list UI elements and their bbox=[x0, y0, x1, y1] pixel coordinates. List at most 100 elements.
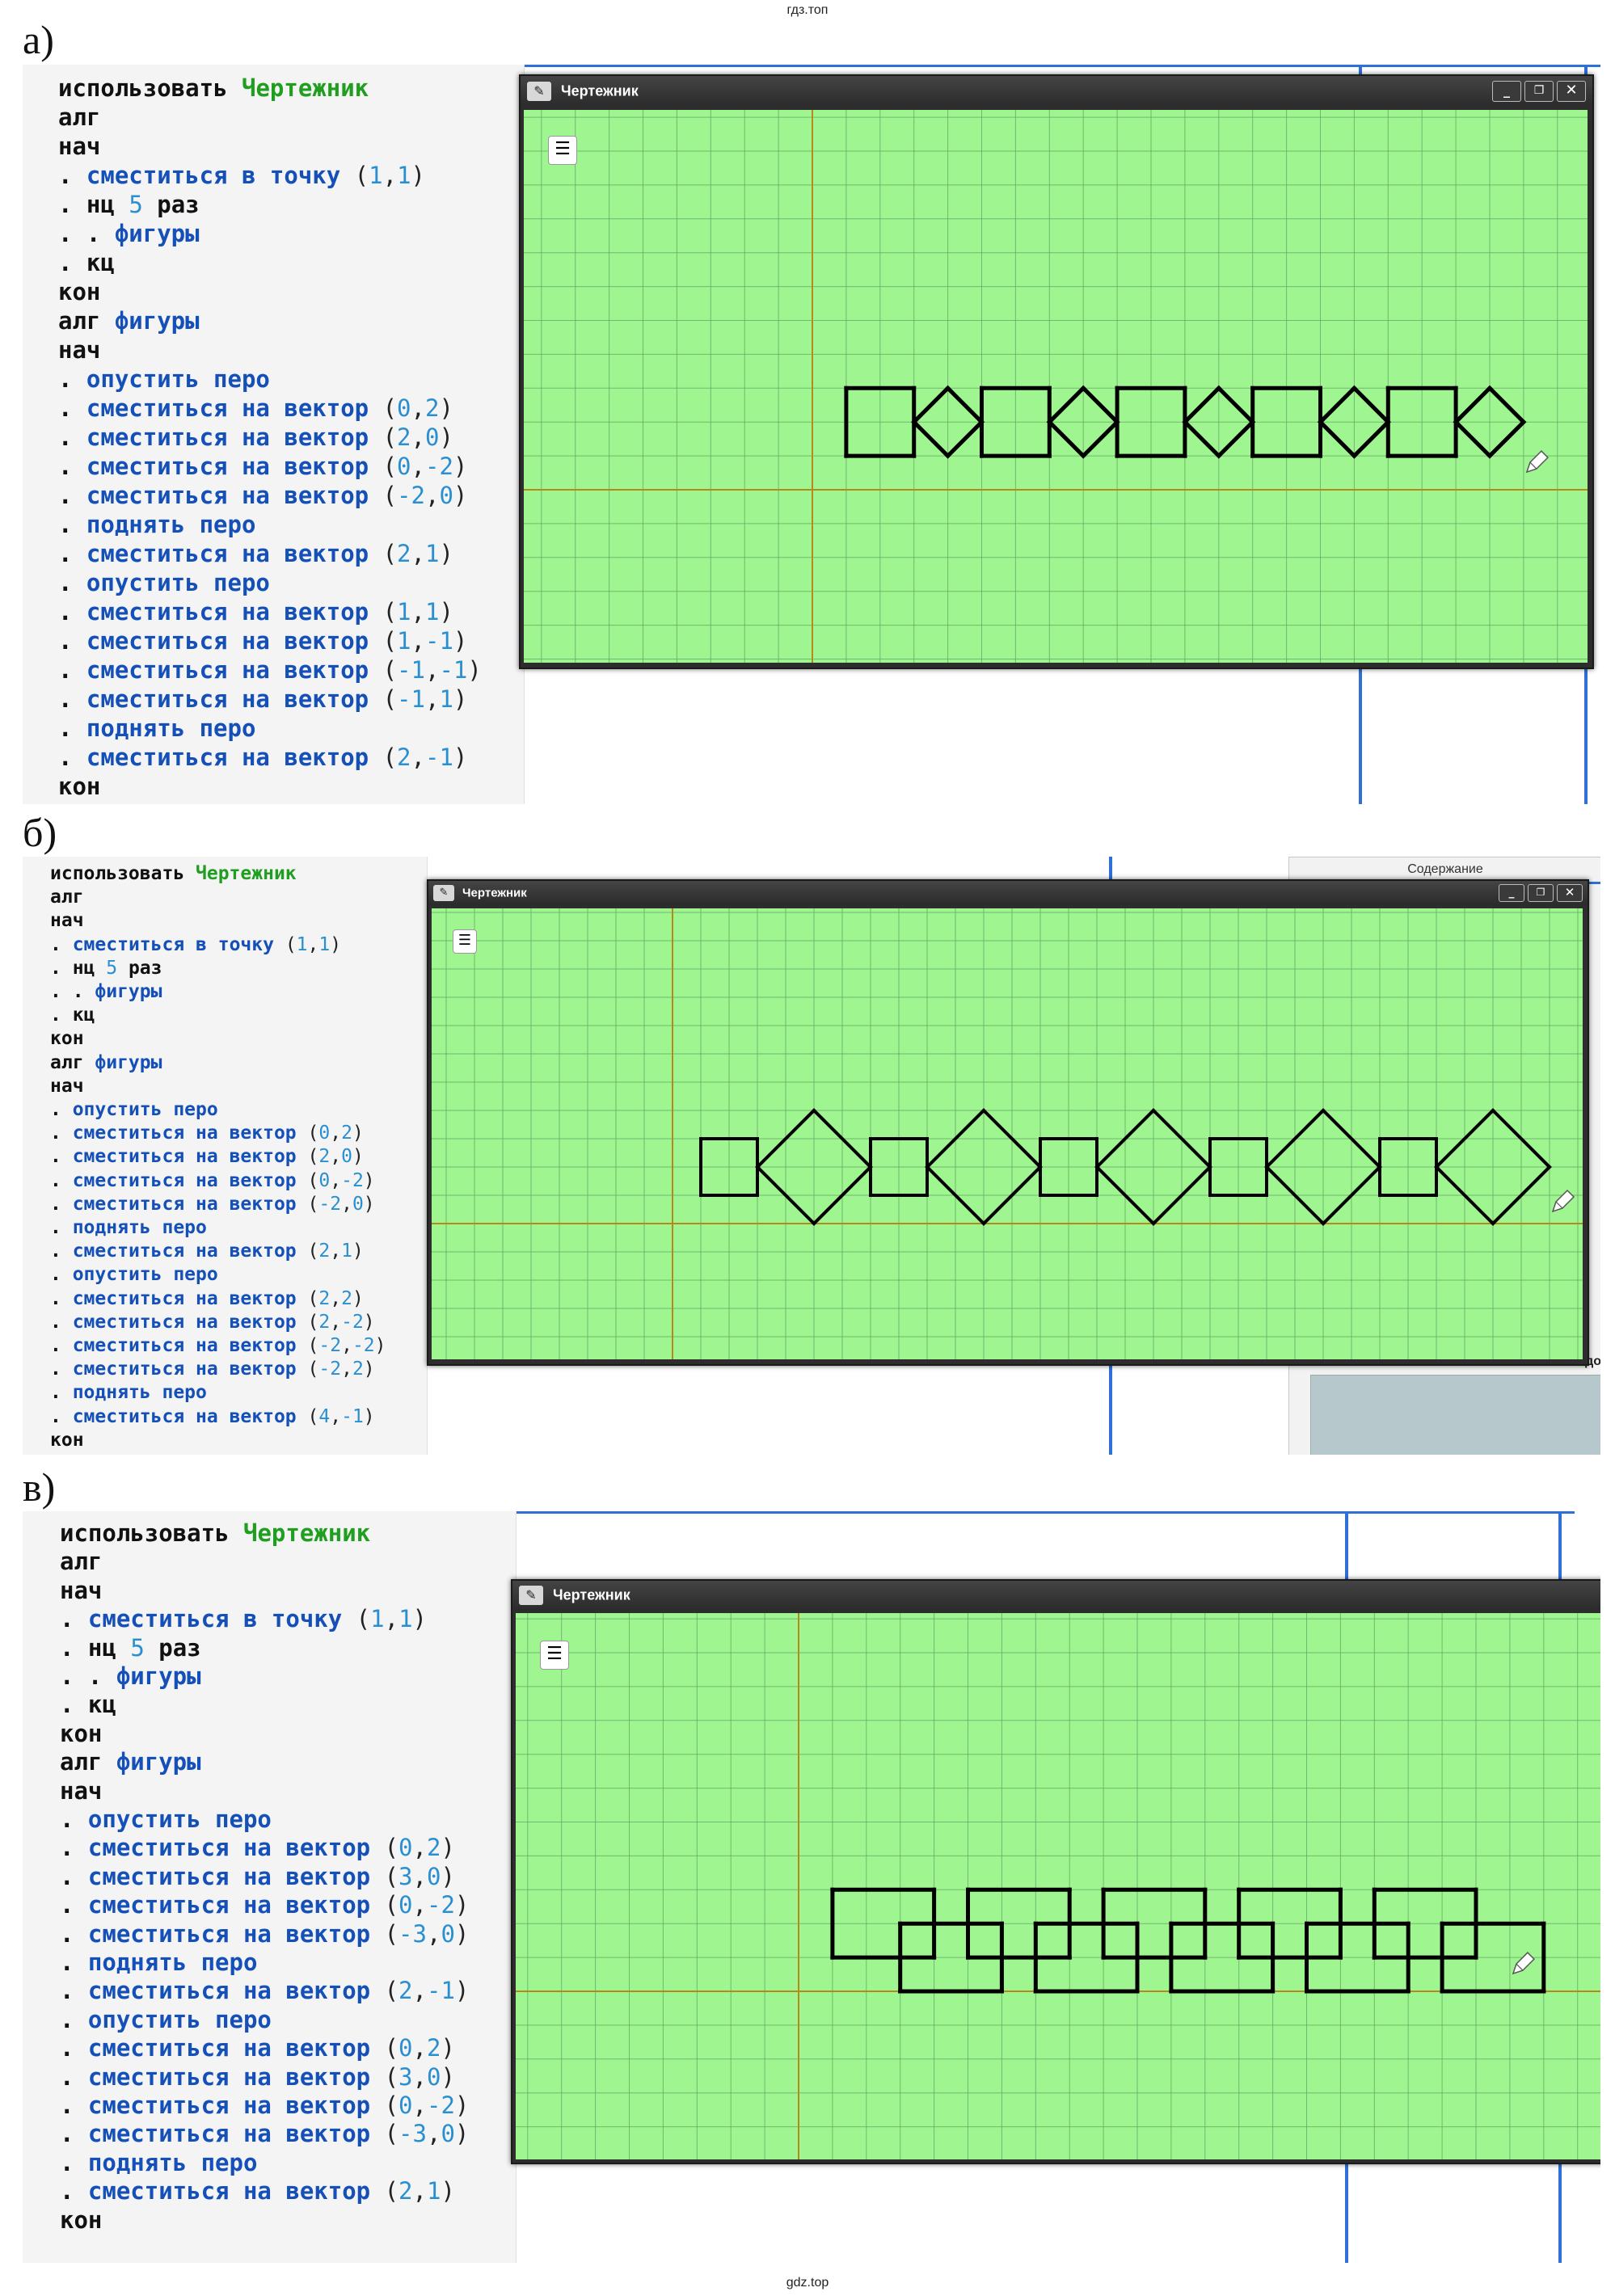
code-token: фигуры bbox=[114, 220, 200, 247]
code-token: опустить перо bbox=[86, 569, 270, 596]
code-token: . bbox=[50, 1099, 73, 1120]
code-editor[interactable]: использовать Чертежник алг нач. сместиться… bbox=[23, 65, 525, 804]
code-line: . кц bbox=[58, 249, 115, 276]
code-line: нач bbox=[58, 336, 100, 364]
code-token: сместиться на вектор bbox=[72, 1287, 308, 1309]
code-token: сместиться на вектор bbox=[87, 2092, 385, 2119]
code-token: сместиться на вектор bbox=[87, 2034, 385, 2062]
code-token: сместиться на вектор bbox=[87, 1834, 385, 1862]
pen-stroke bbox=[911, 385, 951, 425]
code-token: опустить перо bbox=[87, 2005, 272, 2033]
drawing-canvas[interactable]: ☰ bbox=[524, 110, 1588, 663]
pen-stroke bbox=[1351, 419, 1391, 459]
code-token: сместиться на вектор bbox=[72, 1359, 308, 1380]
code-token: . bbox=[50, 1146, 73, 1168]
code-line: . поднять перо bbox=[58, 714, 255, 742]
hamburger-menu-icon[interactable]: ☰ bbox=[548, 136, 577, 165]
code-token: (0,2) bbox=[384, 2034, 455, 2062]
code-token: . bbox=[60, 2005, 88, 2033]
code-token: . bbox=[60, 2148, 88, 2176]
code-token: Чертежник bbox=[241, 74, 369, 102]
code-token: . bbox=[60, 1691, 88, 1719]
pen-stroke bbox=[1046, 419, 1086, 459]
code-token: . bbox=[60, 1633, 88, 1662]
code-token: поднять перо bbox=[72, 1217, 207, 1238]
minimize-button[interactable]: _ bbox=[1499, 884, 1524, 902]
code-token: (2,1) bbox=[384, 2177, 455, 2205]
code-token: раз bbox=[142, 191, 200, 218]
code-token: (0,-2) bbox=[307, 1169, 375, 1191]
code-line: . сместиться в точку (1,1) bbox=[58, 162, 425, 189]
code-line: . сместиться на вектор (2,-1) bbox=[58, 744, 467, 771]
code-token: (1,1) bbox=[354, 162, 425, 189]
code-line: . нц 5 раз bbox=[50, 958, 162, 979]
code-token: (3,0) bbox=[384, 2062, 455, 2091]
pen-stroke bbox=[1486, 385, 1527, 425]
panel-b-screenshot: использовать Чертежник алг нач. сместиться… bbox=[23, 857, 1600, 1455]
code-token: (1,1) bbox=[356, 1605, 427, 1633]
drawing-svg bbox=[516, 1613, 1600, 2159]
pencil-icon bbox=[1512, 1952, 1535, 1975]
code-token: (0,2) bbox=[307, 1123, 364, 1144]
code-line: . сместиться на вектор (-1,1) bbox=[58, 685, 467, 713]
drawer-window[interactable]: ✎ Чертежник _ ❐ ✕ ☰ bbox=[519, 74, 1594, 669]
code-token: сместиться на вектор bbox=[72, 1335, 308, 1356]
maximize-button[interactable]: ❐ bbox=[1528, 884, 1554, 902]
pen-stroke bbox=[1317, 419, 1357, 459]
window-titlebar[interactable]: ✎ Чертежник bbox=[512, 1581, 1600, 1610]
code-token: сместиться на вектор bbox=[86, 482, 383, 509]
code-token: . bbox=[58, 540, 86, 567]
pen-stroke bbox=[1080, 419, 1120, 459]
code-token: фигуры bbox=[114, 307, 200, 335]
window-title: Чертежник bbox=[561, 82, 639, 99]
code-editor[interactable]: использовать Чертежник алг нач. сместиться… bbox=[23, 1511, 517, 2263]
drawing-canvas[interactable]: ☰ bbox=[432, 908, 1583, 1359]
code-token: алг bbox=[50, 1051, 95, 1073]
code-token: сместиться на вектор bbox=[86, 423, 383, 451]
code-line: . сместиться на вектор (0,-2) bbox=[50, 1170, 375, 1191]
code-token: (0,-2) bbox=[382, 453, 468, 480]
code-token: . bbox=[60, 1805, 88, 1833]
pin-icon[interactable]: ✎ bbox=[519, 1586, 543, 1605]
code-token: . bbox=[60, 1605, 88, 1633]
code-token: (-2,0) bbox=[382, 482, 468, 509]
pin-icon[interactable]: ✎ bbox=[527, 82, 551, 101]
code-token: опустить перо bbox=[86, 365, 270, 393]
window-titlebar[interactable]: ✎ Чертежник _ ❐ ✕ bbox=[428, 881, 1588, 905]
hamburger-menu-icon[interactable]: ☰ bbox=[453, 929, 477, 954]
hamburger-menu-icon[interactable]: ☰ bbox=[540, 1641, 569, 1670]
code-line: кон bbox=[50, 1028, 84, 1049]
window-titlebar[interactable]: ✎ Чертежник _ ❐ ✕ bbox=[521, 76, 1592, 107]
code-editor[interactable]: использовать Чертежник алг нач. сместиться… bbox=[23, 857, 428, 1455]
pen-stroke bbox=[1317, 385, 1357, 425]
code-token: (0,-2) bbox=[384, 2092, 470, 2119]
pen-stroke bbox=[911, 419, 951, 459]
code-line: использовать Чертежник bbox=[58, 74, 369, 102]
code-line: . поднять перо bbox=[50, 1217, 207, 1238]
code-token: . bbox=[50, 1123, 73, 1144]
drawer-window[interactable]: ✎ Чертежник _ ❐ ✕ ☰ bbox=[427, 879, 1589, 1366]
code-token: поднять перо bbox=[86, 511, 256, 538]
panel-a-screenshot: использовать Чертежник алг нач. сместиться… bbox=[23, 65, 1600, 804]
help-title: Содержание bbox=[1407, 862, 1483, 876]
code-token: фигуры bbox=[116, 1748, 201, 1776]
drawer-window[interactable]: ✎ Чертежник ☰ bbox=[511, 1579, 1600, 2164]
watermark-top: гдз.топ bbox=[786, 3, 829, 17]
close-button[interactable]: ✕ bbox=[1557, 81, 1586, 102]
code-token: сместиться на вектор bbox=[72, 1123, 308, 1144]
code-token: (1,1) bbox=[382, 598, 453, 626]
code-token: сместиться в точку bbox=[87, 1605, 356, 1633]
code-token: (4,-1) bbox=[307, 1405, 375, 1427]
code-token: (-2,2) bbox=[307, 1359, 375, 1380]
code-token: сместиться на вектор bbox=[86, 540, 383, 567]
code-line: кон bbox=[58, 278, 100, 305]
code-token: (-1,-1) bbox=[382, 656, 482, 684]
minimize-button[interactable]: _ bbox=[1492, 81, 1521, 102]
maximize-button[interactable]: ❐ bbox=[1524, 81, 1554, 102]
close-button[interactable]: ✕ bbox=[1557, 884, 1583, 902]
drawing-canvas[interactable]: ☰ bbox=[516, 1613, 1600, 2159]
pin-icon[interactable]: ✎ bbox=[433, 885, 454, 901]
code-token: использовать bbox=[50, 863, 196, 884]
code-token: сместиться на вектор bbox=[86, 598, 383, 626]
code-token: кц bbox=[87, 1691, 116, 1719]
